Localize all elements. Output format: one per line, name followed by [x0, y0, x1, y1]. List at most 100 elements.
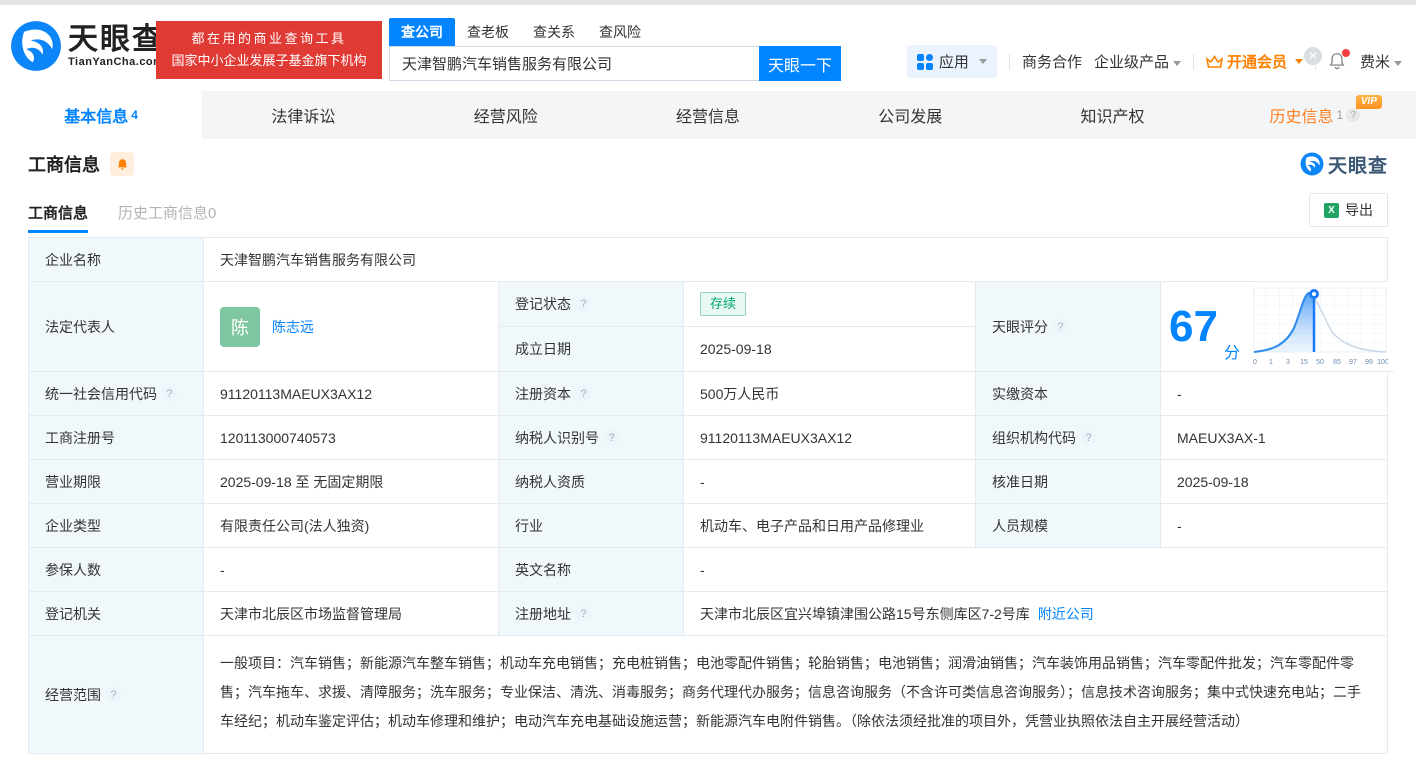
label-text: 经营范围: [45, 685, 101, 705]
help-icon[interactable]: [1081, 430, 1096, 445]
subtab-history-business-info[interactable]: 历史工商信息0: [118, 202, 216, 233]
field-label-english-name: 英文名称: [499, 548, 684, 592]
svg-text:0: 0: [1253, 359, 1257, 366]
tianyancha-swirl-icon: [10, 20, 62, 72]
svg-text:50: 50: [1316, 359, 1324, 366]
legal-rep-link[interactable]: 陈志远: [272, 317, 314, 337]
nearby-companies-link[interactable]: 附近公司: [1038, 604, 1094, 624]
field-value-paid-capital: -: [1161, 372, 1387, 416]
apps-grid-icon: [917, 54, 933, 70]
notifications-bell[interactable]: [1328, 52, 1348, 72]
tab-label: 历史信息: [1269, 103, 1333, 127]
label-text: 纳税人识别号: [515, 428, 599, 448]
export-button[interactable]: 导出: [1309, 193, 1388, 227]
label-text: 注册资本: [515, 384, 571, 404]
tab-label: 公司发展: [878, 103, 942, 127]
brand-name: 天眼查: [68, 24, 164, 56]
search-tab-risk[interactable]: 查风险: [587, 18, 653, 46]
brand-domain: TianYanCha.com: [68, 56, 164, 68]
field-value-credit-code: 91120113MAEUX3AX12: [204, 372, 499, 416]
field-value-english-name: -: [684, 548, 1387, 592]
nav-enterprise-products[interactable]: 企业级产品: [1094, 51, 1181, 72]
table-row: 经营范围 一般项目：汽车销售；新能源汽车整车销售；机动车充电销售；充电桩销售；电…: [29, 636, 1387, 754]
chevron-down-icon: [979, 59, 987, 64]
label-text: 注册地址: [515, 604, 571, 624]
nav-business-coop[interactable]: 商务合作: [1022, 51, 1082, 72]
table-row: 工商注册号 120113000740573 纳税人识别号 91120113MAE…: [29, 416, 1387, 460]
divider: [1315, 54, 1316, 70]
tianyancha-page: 天眼查 TianYanCha.com 都在用的商业查询工具 国家中小企业发展子基…: [0, 0, 1416, 776]
status-date-subgrid: 登记状态 存续 成立日期 2025-09-18: [499, 282, 976, 372]
search-area: 查公司 查老板 查关系 查风险 天眼一下: [389, 19, 841, 81]
tab-basic-info[interactable]: 基本信息 4: [0, 91, 202, 139]
field-value-reg-number: 120113000740573: [204, 416, 499, 460]
field-value-reg-address: 天津市北辰区宜兴埠镇津围公路15号东侧库区7-2号库 附近公司: [684, 592, 1387, 636]
svg-text:99: 99: [1365, 359, 1373, 366]
search-tab-boss[interactable]: 查老板: [455, 18, 521, 46]
monitor-bell-button[interactable]: [110, 152, 134, 176]
field-label-score: 天眼评分: [976, 282, 1161, 372]
svg-text:1: 1: [1269, 359, 1273, 366]
help-icon[interactable]: [576, 386, 591, 401]
score-value: 67: [1169, 305, 1218, 349]
help-icon[interactable]: [604, 430, 619, 445]
field-label-reg-capital: 注册资本: [499, 372, 684, 416]
table-row: 登记机关 天津市北辰区市场监督管理局 注册地址 天津市北辰区宜兴埠镇津围公路15…: [29, 592, 1387, 636]
brand-text: 天眼查 TianYanCha.com: [68, 24, 164, 68]
tab-count: 4: [131, 108, 138, 122]
slogan-line2: 国家中小企业发展子基金旗下机构: [171, 50, 366, 72]
field-value-business-term: 2025-09-18 至 无固定期限: [204, 460, 499, 504]
tab-operation-info[interactable]: 经营信息: [607, 91, 809, 139]
search-tab-relation[interactable]: 查关系: [521, 18, 587, 46]
avatar[interactable]: 陈: [220, 307, 260, 347]
subtab-business-info[interactable]: 工商信息: [28, 202, 88, 233]
section-header: 工商信息 天眼查: [28, 139, 1388, 189]
crown-icon: [1206, 55, 1223, 69]
tab-history-info[interactable]: VIP 历史信息 1: [1214, 91, 1416, 139]
svg-text:85: 85: [1333, 359, 1341, 366]
tab-label: 基本信息: [64, 103, 128, 127]
search-submit-button[interactable]: 天眼一下: [759, 46, 841, 81]
nav-user-menu[interactable]: 费米: [1360, 51, 1402, 72]
tab-legal-litigation[interactable]: 法律诉讼: [202, 91, 404, 139]
username: 费米: [1360, 54, 1390, 71]
address-text: 天津市北辰区宜兴埠镇津围公路15号东侧库区7-2号库: [700, 604, 1030, 624]
excel-icon: [1324, 203, 1339, 218]
field-value-establish-date: 2025-09-18: [684, 327, 976, 372]
table-row: 营业期限 2025-09-18 至 无固定期限 纳税人资质 - 核准日期 202…: [29, 460, 1387, 504]
field-value-insured-count: -: [204, 548, 499, 592]
status-badge: 存续: [700, 292, 746, 316]
field-label-reg-status: 登记状态: [499, 282, 684, 327]
tab-intellectual-property[interactable]: 知识产权: [1011, 91, 1213, 139]
nav-vip-label: 开通会员: [1227, 51, 1287, 72]
help-icon[interactable]: [1346, 108, 1360, 122]
help-icon[interactable]: [576, 297, 591, 312]
field-label-staff-size: 人员规模: [976, 504, 1161, 548]
tab-label: 知识产权: [1081, 103, 1145, 127]
help-icon[interactable]: [162, 386, 177, 401]
search-input[interactable]: [389, 46, 759, 81]
watermark-logo: 天眼查: [1300, 151, 1388, 178]
tab-company-development[interactable]: 公司发展: [809, 91, 1011, 139]
search-tab-company[interactable]: 查公司: [389, 18, 455, 46]
nav-apps[interactable]: 应用: [907, 45, 997, 78]
score-distribution-chart: 0 1 3 15 50 85 97 99 100: [1252, 286, 1388, 368]
svg-text:100: 100: [1377, 359, 1388, 366]
field-value-taxpayer-id: 91120113MAEUX3AX12: [684, 416, 976, 460]
help-icon[interactable]: [576, 606, 591, 621]
field-value-org-code: MAEUX3AX-1: [1161, 416, 1387, 460]
field-value-company-type: 有限责任公司(法人独资): [204, 504, 499, 548]
nav-open-vip[interactable]: 开通会员: [1206, 51, 1303, 72]
field-value-industry: 机动车、电子产品和日用产品修理业: [684, 504, 976, 548]
business-info-table: 企业名称 天津智鹏汽车销售服务有限公司 法定代表人 陈 陈志远 登记状态 存续: [28, 237, 1388, 754]
label-text: 统一社会信用代码: [45, 384, 157, 404]
field-label-company-type: 企业类型: [29, 504, 204, 548]
brand-logo[interactable]: 天眼查 TianYanCha.com: [10, 20, 164, 72]
section-title: 工商信息: [28, 151, 100, 177]
help-icon[interactable]: [106, 687, 121, 702]
label-text: 登记状态: [515, 294, 571, 314]
tab-operation-risk[interactable]: 经营风险: [405, 91, 607, 139]
field-value-reg-authority: 天津市北辰区市场监督管理局: [204, 592, 499, 636]
export-label: 导出: [1345, 200, 1373, 220]
help-icon[interactable]: [1053, 319, 1068, 334]
